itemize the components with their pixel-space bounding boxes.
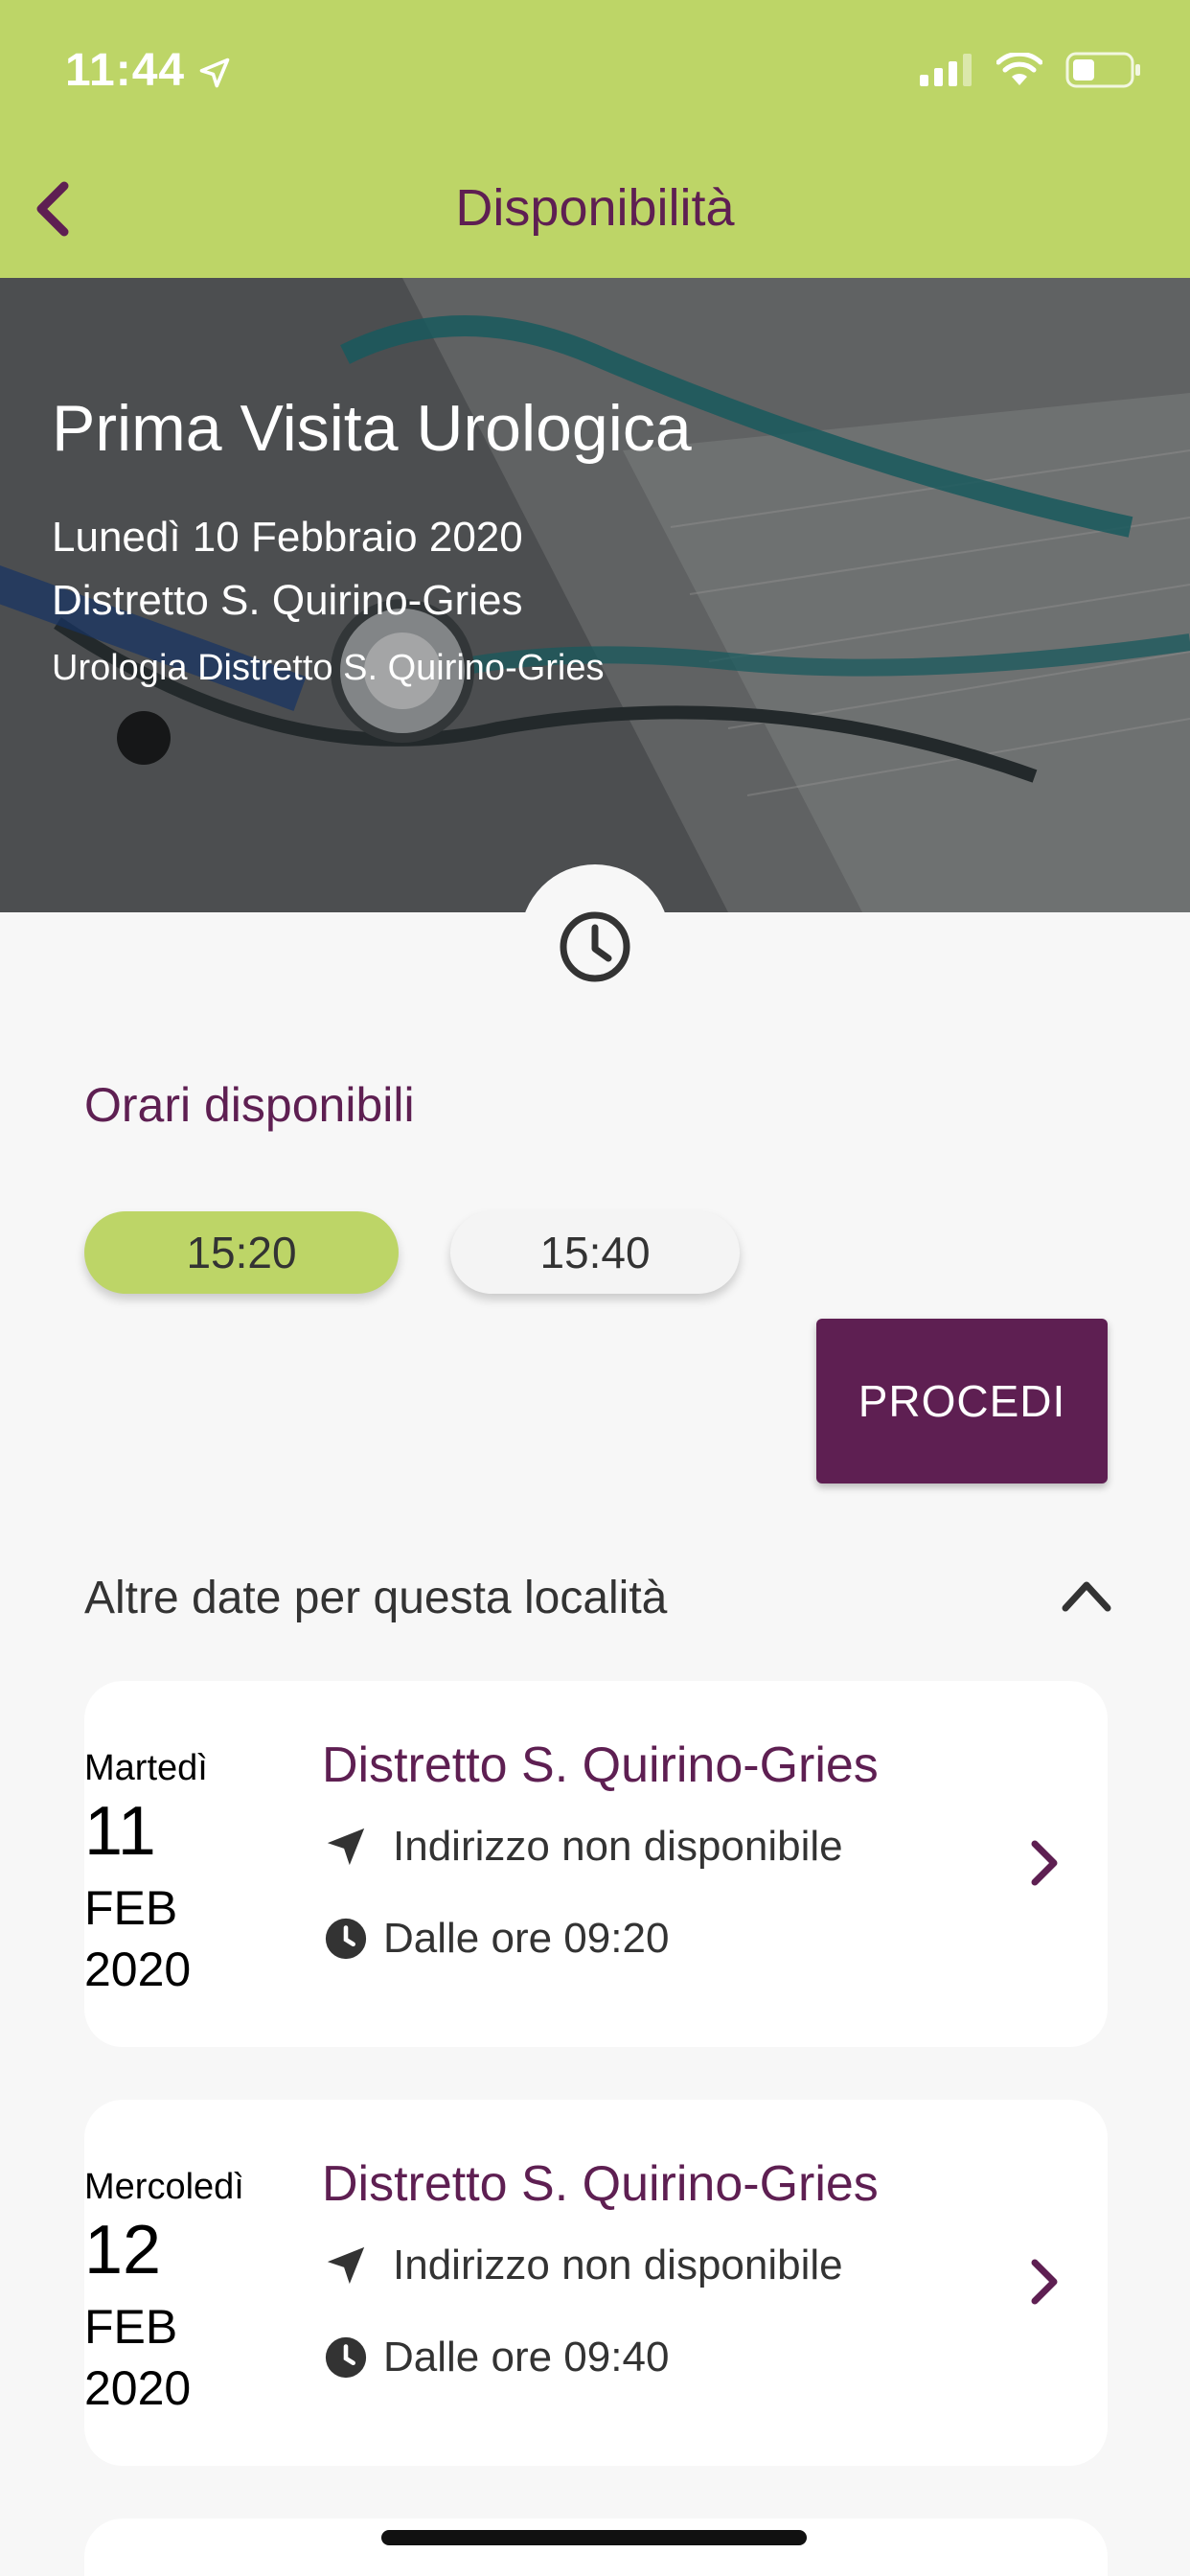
navigation-arrow-icon (322, 2242, 370, 2289)
signal-icon (920, 54, 972, 86)
proceed-button[interactable]: PROCEDI (816, 1319, 1108, 1484)
location-name: Distretto S. Quirino-Gries (322, 1737, 879, 1793)
top-bar: 11:44 Disponibilità (0, 0, 1190, 278)
available-times-label: Orari disponibili (84, 1078, 415, 1132)
exam-title: Prima Visita Urologica (52, 392, 692, 465)
battery-icon (1065, 52, 1140, 88)
chevron-right-icon (1031, 1840, 1058, 1886)
year: 2020 (84, 1943, 192, 1996)
address-row: Indirizzo non disponibile (322, 1823, 843, 1871)
time-text: Dalle ore 09:20 (383, 1915, 670, 1962)
exam-date: Lunedì 10 Febbraio 2020 (52, 514, 523, 561)
clock-icon (560, 911, 630, 982)
time-row: Dalle ore 09:40 (322, 2334, 669, 2381)
time-row: Dalle ore 09:20 (322, 1915, 669, 1963)
chevron-right-icon (1031, 2259, 1058, 2305)
status-time: 11:44 (65, 45, 186, 96)
weekday: Martedì (84, 1748, 208, 1788)
list-item[interactable]: Mercoledì 12 FEB 2020 Distretto S. Quiri… (84, 2100, 1108, 2466)
navigation-arrow-icon (322, 1823, 370, 1871)
month: FEB (84, 2300, 178, 2354)
list-item[interactable]: Martedì 11 FEB 2020 Distretto S. Quirino… (84, 1681, 1108, 2047)
time-text: Dalle ore 09:40 (383, 2334, 670, 2380)
status-icons (920, 52, 1142, 88)
day: 12 (84, 2212, 162, 2288)
chevron-up-icon[interactable] (1060, 1572, 1113, 1620)
location-arrow-icon (199, 58, 230, 88)
list-item[interactable] (84, 2518, 1108, 2576)
other-dates-label: Altre date per questa località (84, 1573, 668, 1623)
clock-icon (322, 1915, 370, 1963)
address-text: Indirizzo non disponibile (393, 1823, 843, 1870)
weekday: Mercoledì (84, 2167, 244, 2207)
time-slot-1540[interactable]: 15:40 (450, 1211, 740, 1294)
address-row: Indirizzo non disponibile (322, 2242, 843, 2289)
day: 11 (84, 1793, 156, 1870)
month: FEB (84, 1881, 178, 1935)
year: 2020 (84, 2361, 192, 2415)
home-indicator[interactable] (381, 2530, 807, 2545)
clock-icon (322, 2334, 370, 2381)
exam-district: Distretto S. Quirino-Gries (52, 577, 523, 624)
time-slot-1520[interactable]: 15:20 (84, 1211, 399, 1294)
exam-department: Urologia Distretto S. Quirino-Gries (52, 648, 605, 688)
clock-badge (520, 864, 670, 1014)
hero-banner: Prima Visita Urologica Lunedì 10 Febbrai… (0, 278, 1190, 912)
wifi-icon (996, 53, 1042, 85)
address-text: Indirizzo non disponibile (393, 2242, 843, 2288)
page-title: Disponibilità (455, 179, 735, 237)
location-name: Distretto S. Quirino-Gries (322, 2156, 879, 2212)
